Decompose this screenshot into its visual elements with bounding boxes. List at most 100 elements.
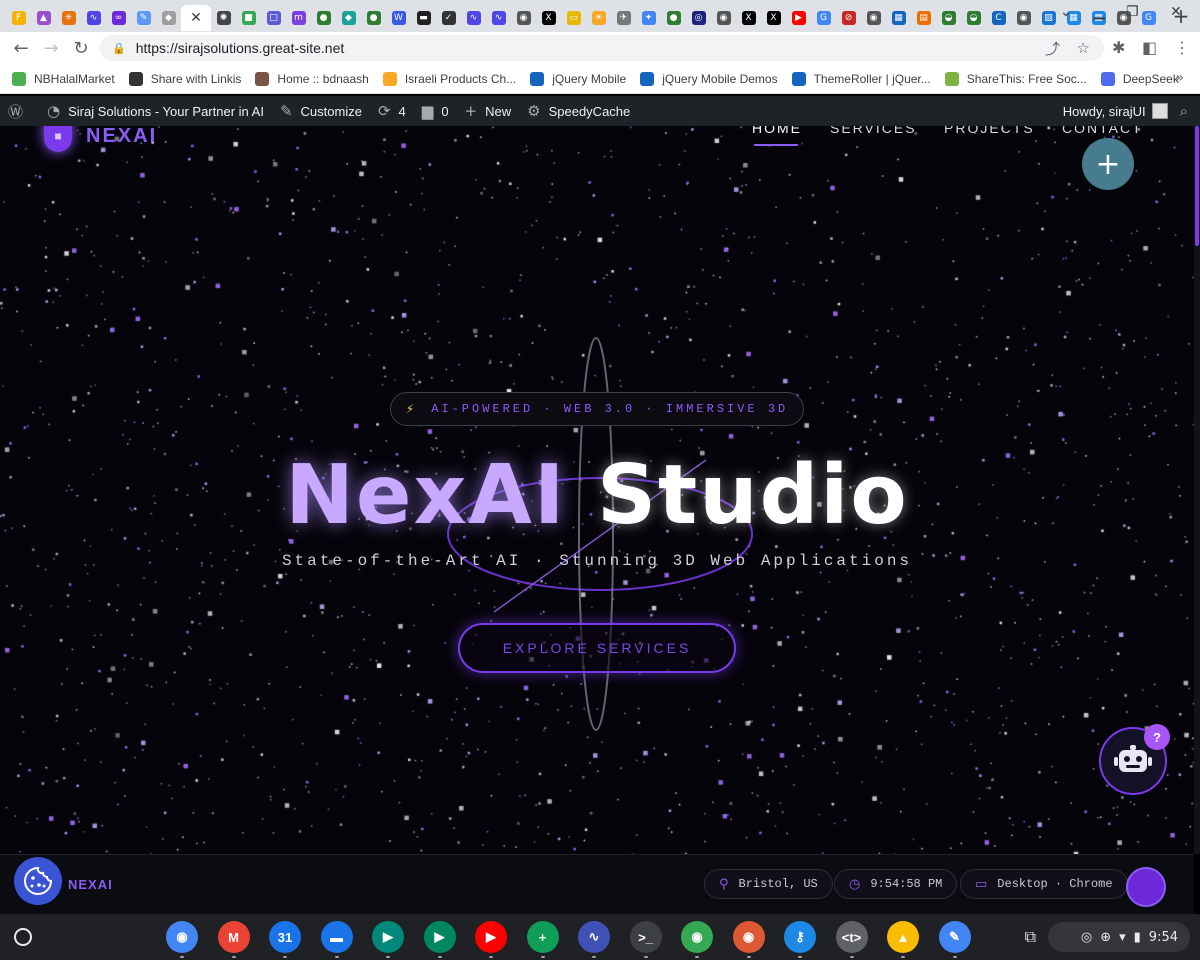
nav-contact[interactable]: CONTACT xyxy=(1062,126,1143,136)
forward-button[interactable]: → xyxy=(36,38,66,59)
gmail-app[interactable]: M xyxy=(217,921,250,958)
pen-app[interactable]: ✎ xyxy=(938,921,971,958)
menu-icon[interactable]: ⋮ xyxy=(1174,38,1190,57)
admin-speedycache[interactable]: ⚙ SpeedyCache xyxy=(527,102,630,120)
browser-tab[interactable]: ▦ xyxy=(886,5,911,31)
admin-customize[interactable]: ✎ Customize xyxy=(280,102,362,120)
bookmark-item[interactable]: jQuery Mobile xyxy=(530,71,626,86)
address-bar[interactable]: 🔒 https://sirajsolutions.great-site.net … xyxy=(100,35,1104,61)
status-tray[interactable]: ◎ ⊕ ▾ ▮ 9:54 xyxy=(1048,922,1190,952)
browser-tab[interactable]: ✎ xyxy=(131,5,156,31)
theme-orb-button[interactable] xyxy=(1126,867,1166,907)
browser-tab[interactable]: ✓ xyxy=(436,5,461,31)
browser-tab[interactable]: ⊘ xyxy=(836,5,861,31)
browser-tab[interactable]: ◆ xyxy=(156,5,181,31)
maps-app[interactable]: ◉ xyxy=(681,921,713,958)
bookmark-item[interactable]: DeepSeek xyxy=(1100,71,1179,86)
sheets-app[interactable]: + xyxy=(526,921,559,958)
screen-capture-icon[interactable]: ⧉ xyxy=(1025,927,1036,947)
browser-tab[interactable]: ▭ xyxy=(561,5,586,31)
browser-tab[interactable]: ◉ xyxy=(861,5,886,31)
browser-tab[interactable]: ∿ xyxy=(81,5,106,31)
browser-tab[interactable]: ▲ xyxy=(31,5,56,31)
admin-updates[interactable]: ⟳ 4 xyxy=(378,102,406,120)
browser-tab[interactable]: ☀ xyxy=(586,5,611,31)
browser-tab[interactable]: ✳ xyxy=(56,5,81,31)
nav-services[interactable]: SERVICES xyxy=(830,126,917,136)
browser-tab[interactable]: ◉ xyxy=(711,5,736,31)
bookmark-item[interactable]: ThemeRoller | jQuer... xyxy=(791,71,931,86)
drive-app[interactable]: ▲ xyxy=(887,921,919,958)
admin-site-name[interactable]: ◔ Siraj Solutions - Your Partner in AI xyxy=(47,102,264,120)
cookie-button[interactable] xyxy=(14,857,62,905)
footer-logo[interactable]: NEXAI xyxy=(68,877,113,892)
browser-tab[interactable]: ◉ xyxy=(1011,5,1036,31)
browser-tab[interactable]: ◎ xyxy=(686,5,711,31)
browser-tab[interactable]: ◒ xyxy=(936,5,961,31)
browser-tab[interactable]: G xyxy=(1136,5,1161,31)
browser-tab[interactable]: ∿ xyxy=(486,5,511,31)
bookmark-item[interactable]: ShareThis: Free Soc... xyxy=(944,71,1087,86)
chrome-app[interactable]: ◉ xyxy=(166,921,198,958)
files-app[interactable]: ▬ xyxy=(320,921,353,958)
browser-tab[interactable]: ✈ xyxy=(611,5,636,31)
browser-tab[interactable]: ▨ xyxy=(1036,5,1061,31)
more-bookmarks-icon[interactable]: » xyxy=(1175,70,1184,86)
close-tab-icon[interactable]: ✕ xyxy=(190,10,202,26)
tab-search-icon[interactable]: ⌄ xyxy=(1060,4,1072,20)
browser-tab[interactable]: ■ xyxy=(236,5,261,31)
browser-tab[interactable]: ● xyxy=(361,5,386,31)
bookmark-item[interactable]: jQuery Mobile Demos xyxy=(640,71,778,86)
avatar[interactable] xyxy=(1151,103,1168,119)
bookmark-star-icon[interactable]: ☆ xyxy=(1077,35,1090,61)
browser-tab[interactable]: m xyxy=(286,5,311,31)
browser-tab[interactable]: C xyxy=(986,5,1011,31)
add-fab-button[interactable]: + xyxy=(1082,138,1134,190)
calendar-app[interactable]: 31 xyxy=(269,921,301,958)
admin-comments[interactable]: ▆ 0 xyxy=(422,102,449,120)
back-button[interactable]: ← xyxy=(6,38,36,59)
help-badge[interactable]: ? xyxy=(1144,724,1170,750)
browser-tab[interactable]: ∞ xyxy=(106,5,131,31)
browser-tab[interactable]: ● xyxy=(311,5,336,31)
youtube-app[interactable]: ▶ xyxy=(475,921,507,958)
scrollbar-thumb[interactable] xyxy=(1195,126,1199,246)
page-scrollbar[interactable] xyxy=(1194,126,1200,854)
browser-tab[interactable]: ✺ xyxy=(211,5,236,31)
bookmark-item[interactable]: NBHalalMarket xyxy=(12,71,115,86)
browser-tab[interactable]: X xyxy=(761,5,786,31)
text-app[interactable]: <t> xyxy=(835,921,868,958)
active-tab[interactable]: ✕ xyxy=(181,5,211,31)
search-icon[interactable]: ⌕ xyxy=(1180,103,1188,120)
admin-new[interactable]: + New xyxy=(465,102,512,120)
browser-tab[interactable]: ▤ xyxy=(911,5,936,31)
browser-tab[interactable]: ∿ xyxy=(461,5,486,31)
wordpress-logo[interactable]: Ⓦ xyxy=(8,101,31,122)
site-logo[interactable]: ■ NEXAI xyxy=(44,126,157,152)
browser-tab[interactable]: W xyxy=(386,5,411,31)
duckduckgo-app[interactable]: ◉ xyxy=(732,921,765,958)
minimize-icon[interactable]: ▁ xyxy=(1094,4,1105,20)
browser-tab[interactable]: X xyxy=(736,5,761,31)
browser-tab[interactable]: ◉ xyxy=(511,5,536,31)
nav-projects[interactable]: PROJECTS xyxy=(944,126,1035,136)
side-panel-icon[interactable]: ◧ xyxy=(1142,38,1157,57)
terminal-app[interactable]: >_ xyxy=(629,921,662,958)
admin-howdy[interactable]: Howdy, sirajUI xyxy=(1063,104,1146,119)
play-store-app[interactable]: ▶ xyxy=(423,921,456,958)
wave-app[interactable]: ∿ xyxy=(578,921,610,958)
bookmark-item[interactable]: Israeli Products Ch... xyxy=(382,71,516,86)
nav-home[interactable]: HOME xyxy=(752,126,802,136)
reload-button[interactable]: ↻ xyxy=(66,38,96,59)
bookmark-item[interactable]: Share with Linkis xyxy=(128,71,241,86)
meet-app[interactable]: ▶ xyxy=(372,921,404,958)
browser-tab[interactable]: ✦ xyxy=(636,5,661,31)
browser-tab[interactable]: ▶ xyxy=(786,5,811,31)
explore-services-button[interactable]: EXPLORE SERVICES xyxy=(458,623,736,673)
share-icon[interactable]: ⤴ xyxy=(1045,35,1060,61)
browser-tab[interactable]: F xyxy=(6,5,31,31)
browser-tab[interactable]: ● xyxy=(661,5,686,31)
extensions-icon[interactable]: ✱ xyxy=(1112,38,1125,57)
bookmark-item[interactable]: Home :: bdnaash xyxy=(255,71,369,86)
browser-tab[interactable]: ▬ xyxy=(411,5,436,31)
